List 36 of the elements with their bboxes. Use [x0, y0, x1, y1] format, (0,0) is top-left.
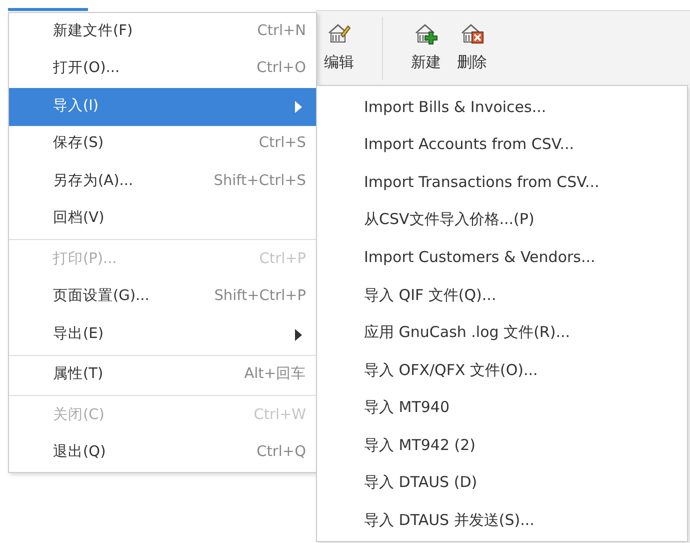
bank-delete-icon: [460, 23, 484, 46]
shortcut-text: Ctrl+O: [256, 59, 306, 78]
menu-item[interactable]: 保存(S) Ctrl+S: [9, 126, 316, 163]
submenu-arrow-icon: [295, 328, 302, 341]
bank-plus-icon: [414, 23, 438, 46]
shortcut-text: Ctrl+Q: [256, 443, 306, 462]
menu-item[interactable]: Import Customers & Vendors...: [317, 238, 687, 276]
menu-item[interactable]: 页面设置(G)... Shift+Ctrl+P: [9, 278, 316, 316]
shortcut-text: Ctrl+P: [259, 250, 306, 269]
menu-item[interactable]: Import Accounts from CSV...: [317, 126, 687, 164]
menu-item[interactable]: 导入(I): [9, 88, 316, 126]
menu-item[interactable]: 导入 QIF 文件(Q)...: [317, 276, 687, 314]
menu-item[interactable]: 应用 GnuCash .log 文件(R)...: [317, 314, 687, 352]
menu-item[interactable]: 回档(V): [9, 200, 316, 238]
menu-item[interactable]: Import Transactions from CSV...: [317, 163, 687, 201]
menu-item[interactable]: Import Bills & Invoices...: [317, 88, 687, 126]
shortcut-text: Shift+Ctrl+S: [214, 172, 306, 191]
menu-item[interactable]: 属性(T) Alt+回车: [9, 356, 316, 394]
menu-item[interactable]: 导入 DTAUS (D): [317, 464, 687, 502]
menu-item[interactable]: 新建文件(F) Ctrl+N: [9, 13, 316, 50]
menu-item[interactable]: 另存为(A)... Shift+Ctrl+S: [9, 163, 316, 200]
bank-pencil-icon: [327, 23, 351, 46]
menu-item[interactable]: 退出(Q) Ctrl+Q: [9, 434, 316, 472]
shortcut-text: Shift+Ctrl+P: [214, 287, 306, 306]
menu-item[interactable]: 导入 DTAUS 并发送(S)...: [317, 502, 687, 540]
menu-item[interactable]: 从CSV文件导入价格...(P): [317, 200, 687, 238]
menu-item[interactable]: 导入 OFX/QFX 文件(O)...: [317, 351, 687, 389]
shortcut-text: Ctrl+W: [254, 406, 306, 425]
shortcut-text: Alt+回车: [244, 365, 306, 384]
menu-item[interactable]: 打开(O)... Ctrl+O: [9, 50, 316, 88]
submenu-arrow-icon: [295, 100, 302, 113]
menu-item[interactable]: 导出(E): [9, 316, 316, 354]
shortcut-text: Ctrl+S: [258, 134, 306, 154]
menu-item[interactable]: 导入 MT940: [317, 388, 687, 426]
menu-item[interactable]: 导入 MT942 (2): [317, 426, 687, 464]
shortcut-text: Ctrl+N: [257, 22, 306, 41]
